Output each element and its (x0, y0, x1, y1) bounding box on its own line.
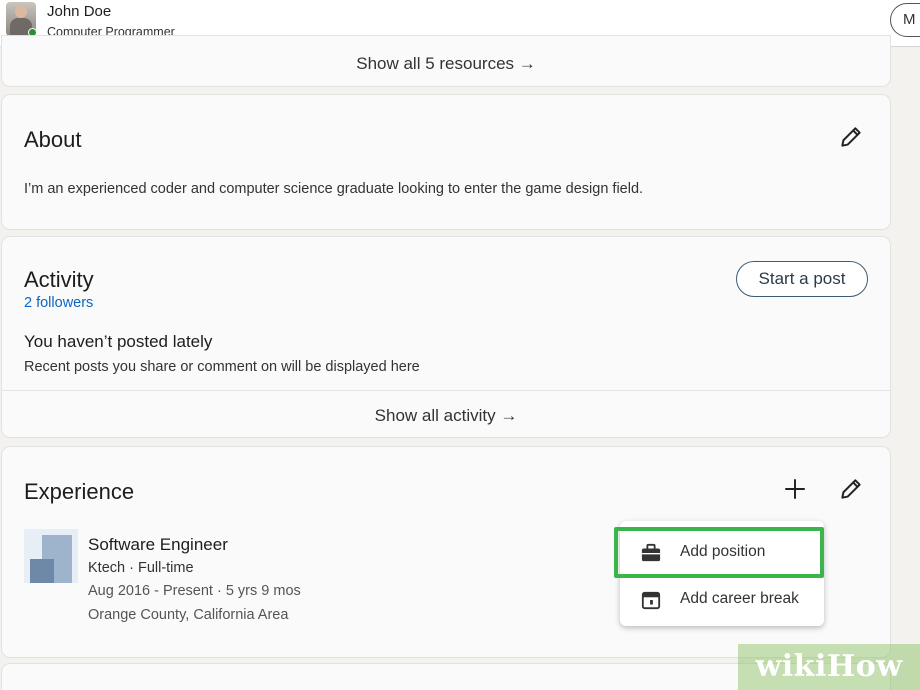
activity-title: Activity (24, 267, 94, 292)
about-card: About I’m an experienced coder and compu… (2, 95, 890, 229)
job-dates: Aug 2016 - Present · 5 yrs 9 mos (88, 583, 301, 599)
activity-divider (2, 390, 890, 391)
resources-card: Show all 5 resources → (2, 36, 890, 86)
edit-about-pencil-icon[interactable] (838, 124, 864, 150)
no-posts-title: You haven’t posted lately (24, 332, 213, 351)
job-location: Orange County, California Area (88, 607, 289, 623)
add-experience-plus-icon[interactable] (782, 476, 808, 502)
add-career-break-menu-item[interactable]: Add career break (620, 577, 824, 623)
about-title: About (24, 127, 82, 152)
company-logo[interactable] (24, 529, 78, 583)
add-career-break-label: Add career break (680, 590, 799, 607)
job-title: Software Engineer (88, 535, 228, 554)
about-text: I’m an experienced coder and computer sc… (24, 181, 644, 197)
add-position-highlight (614, 527, 824, 578)
show-all-activity-link[interactable]: Show all activity → (2, 406, 890, 426)
followers-count-link[interactable]: 2 followers (24, 295, 93, 311)
no-posts-text: Recent posts you share or comment on wil… (24, 359, 420, 375)
activity-card: Activity 2 followers Start a post You ha… (2, 237, 890, 437)
show-all-resources-link[interactable]: Show all 5 resources → (2, 54, 890, 74)
start-a-post-button[interactable]: Start a post (736, 261, 868, 297)
company-logo-shape (30, 559, 54, 583)
profile-name: John Doe (47, 3, 112, 20)
experience-title: Experience (24, 479, 135, 504)
edit-experience-pencil-icon[interactable] (838, 476, 864, 502)
job-company: Ktech · Full-time (88, 560, 194, 576)
calendar-icon (641, 591, 661, 610)
more-button[interactable]: M (890, 3, 920, 37)
wikihow-watermark: wikiHow (738, 644, 920, 690)
avatar-head (15, 5, 27, 18)
